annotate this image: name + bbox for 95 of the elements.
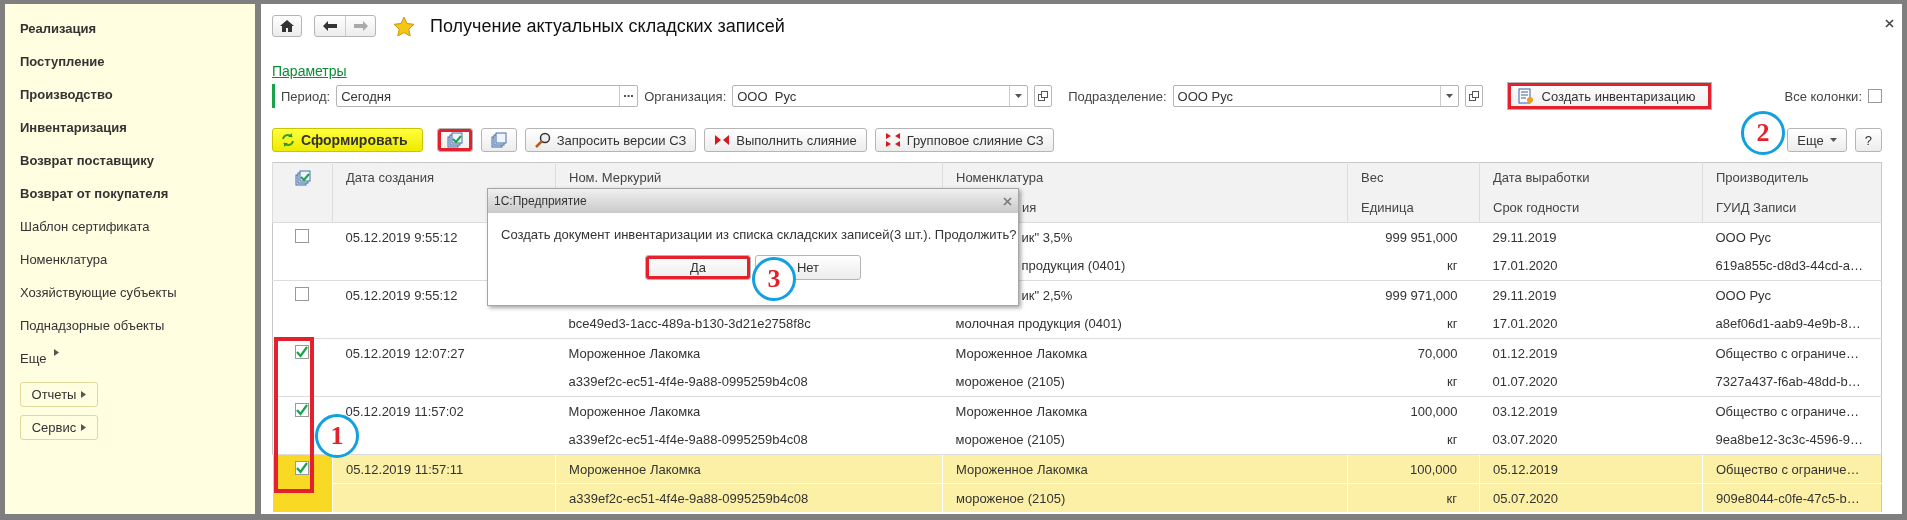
sidebar-item[interactable]: Инвентаризация	[20, 118, 127, 151]
table-cell: 05.12.2019	[1479, 454, 1703, 484]
window-title: Получение актуальных складских записей	[430, 15, 785, 37]
input-field[interactable]: ООО Рус	[732, 85, 1029, 107]
column-header[interactable]: Номенклатура	[942, 162, 1348, 193]
checked-list-icon	[295, 170, 311, 186]
close-icon[interactable]	[1885, 19, 1894, 28]
open-button[interactable]	[1464, 85, 1483, 107]
table-cell: a8ef06d1-aab9-4e9b-8…	[1702, 309, 1882, 339]
column-header[interactable]: Вес	[1347, 162, 1480, 193]
checked-list-icon	[446, 132, 463, 148]
table-cell: ООО Рус	[1702, 222, 1882, 252]
sidebar-item[interactable]: Хозяйствующие субъекты	[20, 283, 177, 316]
table-cell: кг	[1347, 483, 1480, 513]
open-button[interactable]	[1034, 85, 1053, 107]
sidebar-item[interactable]: Шаблон сертификата	[20, 217, 150, 250]
table-cell: продукция (0401)	[1021, 258, 1126, 274]
refresh-icon	[281, 133, 295, 147]
parameters-link[interactable]: Параметры	[272, 63, 347, 79]
help-button[interactable]: ?	[1854, 128, 1882, 152]
copy-icon	[490, 132, 507, 148]
checkbox[interactable]	[295, 345, 309, 359]
merge-arrows-icon	[714, 132, 731, 148]
column-header[interactable]: ГУИД Записи	[1702, 192, 1882, 223]
dropdown-icon	[1829, 138, 1837, 142]
create-inventory-button[interactable]: Создать инвентаризацию	[1506, 82, 1713, 110]
search-icon	[534, 132, 551, 148]
column-header[interactable]: ия	[1022, 199, 1037, 215]
document-icon	[1517, 88, 1534, 104]
toolbar-button[interactable]: Сформировать	[272, 128, 423, 152]
field-label: Подразделение:	[1068, 88, 1167, 104]
sidebar-item[interactable]: Поднадзорные объекты	[20, 316, 165, 349]
home-button[interactable]	[272, 15, 302, 37]
table-cell: Общество с ограниче…	[1702, 396, 1882, 426]
table-cell: Общество с ограниче…	[1702, 338, 1882, 368]
checkbox[interactable]	[295, 287, 309, 301]
column-header[interactable]: Срок годности	[1479, 192, 1703, 223]
dialog-title: 1С:Предприятие	[494, 194, 587, 208]
table-cell: 619a855c-d8d3-44cd-a…	[1702, 251, 1882, 281]
table-cell: 100,000	[1347, 454, 1480, 484]
table-cell: 05.12.2019 11:57:11	[332, 454, 556, 484]
sidebar-item[interactable]: Возврат от покупателя	[20, 184, 169, 217]
table-cell: мороженое (2105)	[942, 483, 1348, 513]
column-header[interactable]: Дата выработки	[1479, 162, 1703, 193]
table-cell: 05.07.2020	[1479, 483, 1703, 513]
dialog-button[interactable]: Да	[645, 255, 751, 280]
table-cell: ООО Рус	[1702, 280, 1882, 310]
sidebar-item[interactable]: Поступление	[20, 52, 105, 85]
sidebar-button[interactable]: Сервис	[20, 415, 98, 440]
dropdown-icon	[1445, 94, 1453, 98]
dropdown-icon	[1015, 94, 1023, 98]
table-cell: Общество с ограниче…	[1702, 454, 1882, 484]
sidebar-item[interactable]: Номенклатура	[20, 250, 108, 283]
caret-icon	[81, 424, 87, 431]
field-label: Все колонки:	[1784, 88, 1862, 104]
icon-button[interactable]	[480, 128, 517, 152]
sidebar-button[interactable]: Отчеты	[20, 382, 98, 407]
caret-icon	[54, 349, 60, 356]
table-cell: a339ef2c-ec51-4f4e-9a88-0995259b4c08	[555, 483, 943, 513]
sidebar-item[interactable]: Реализация	[20, 19, 97, 52]
sidebar-item[interactable]: Возврат поставщику	[20, 151, 154, 184]
more-button[interactable]: Еще	[1787, 128, 1847, 152]
table-cell: 7327a437-f6ab-48dd-b…	[1702, 367, 1882, 397]
toolbar-button[interactable]: Запросить версии СЗ	[524, 128, 697, 152]
icon-button[interactable]	[436, 128, 473, 152]
windows-icon	[1038, 91, 1049, 101]
table-cell: Мороженное Лакомка	[942, 454, 1348, 484]
caret-icon	[81, 391, 87, 398]
back-arrow-icon	[323, 21, 337, 31]
checkbox[interactable]	[295, 403, 309, 417]
table-cell: ик" 2,5%	[1021, 287, 1073, 303]
column-header[interactable]: Производитель	[1702, 162, 1882, 193]
toolbar-button[interactable]: Выполнить слияние	[704, 128, 867, 152]
windows-icon	[1468, 91, 1479, 101]
star-icon[interactable]	[394, 16, 414, 36]
more-link[interactable]: Еще	[20, 349, 47, 382]
checkbox[interactable]	[1868, 89, 1882, 103]
toolbar-button[interactable]: Групповое слияние СЗ	[874, 128, 1054, 152]
merge-arrows-icon	[884, 132, 901, 148]
table-cell: ик" 3,5%	[1021, 229, 1073, 245]
field-label: Период:	[281, 88, 331, 104]
field-label: Организация:	[644, 88, 727, 104]
select-all-header[interactable]	[272, 162, 333, 223]
table-cell: Мороженное Лакомка	[555, 454, 943, 484]
sidebar-item[interactable]: Производство	[20, 85, 113, 118]
checkbox[interactable]	[295, 229, 309, 243]
checkbox[interactable]	[295, 461, 309, 475]
column-header[interactable]: Дата создания	[332, 162, 556, 193]
table-cell: 9ea8be12-3c3c-4596-9…	[1702, 425, 1882, 455]
column-header[interactable]: Единица	[1347, 192, 1480, 223]
home-icon	[280, 20, 294, 32]
input-field[interactable]: Сегодня	[336, 85, 639, 107]
forward-arrow-icon	[353, 21, 368, 31]
table-cell: 909e8044-c0fe-47c5-b…	[1702, 483, 1882, 513]
input-field[interactable]: ООО Рус	[1172, 85, 1459, 107]
